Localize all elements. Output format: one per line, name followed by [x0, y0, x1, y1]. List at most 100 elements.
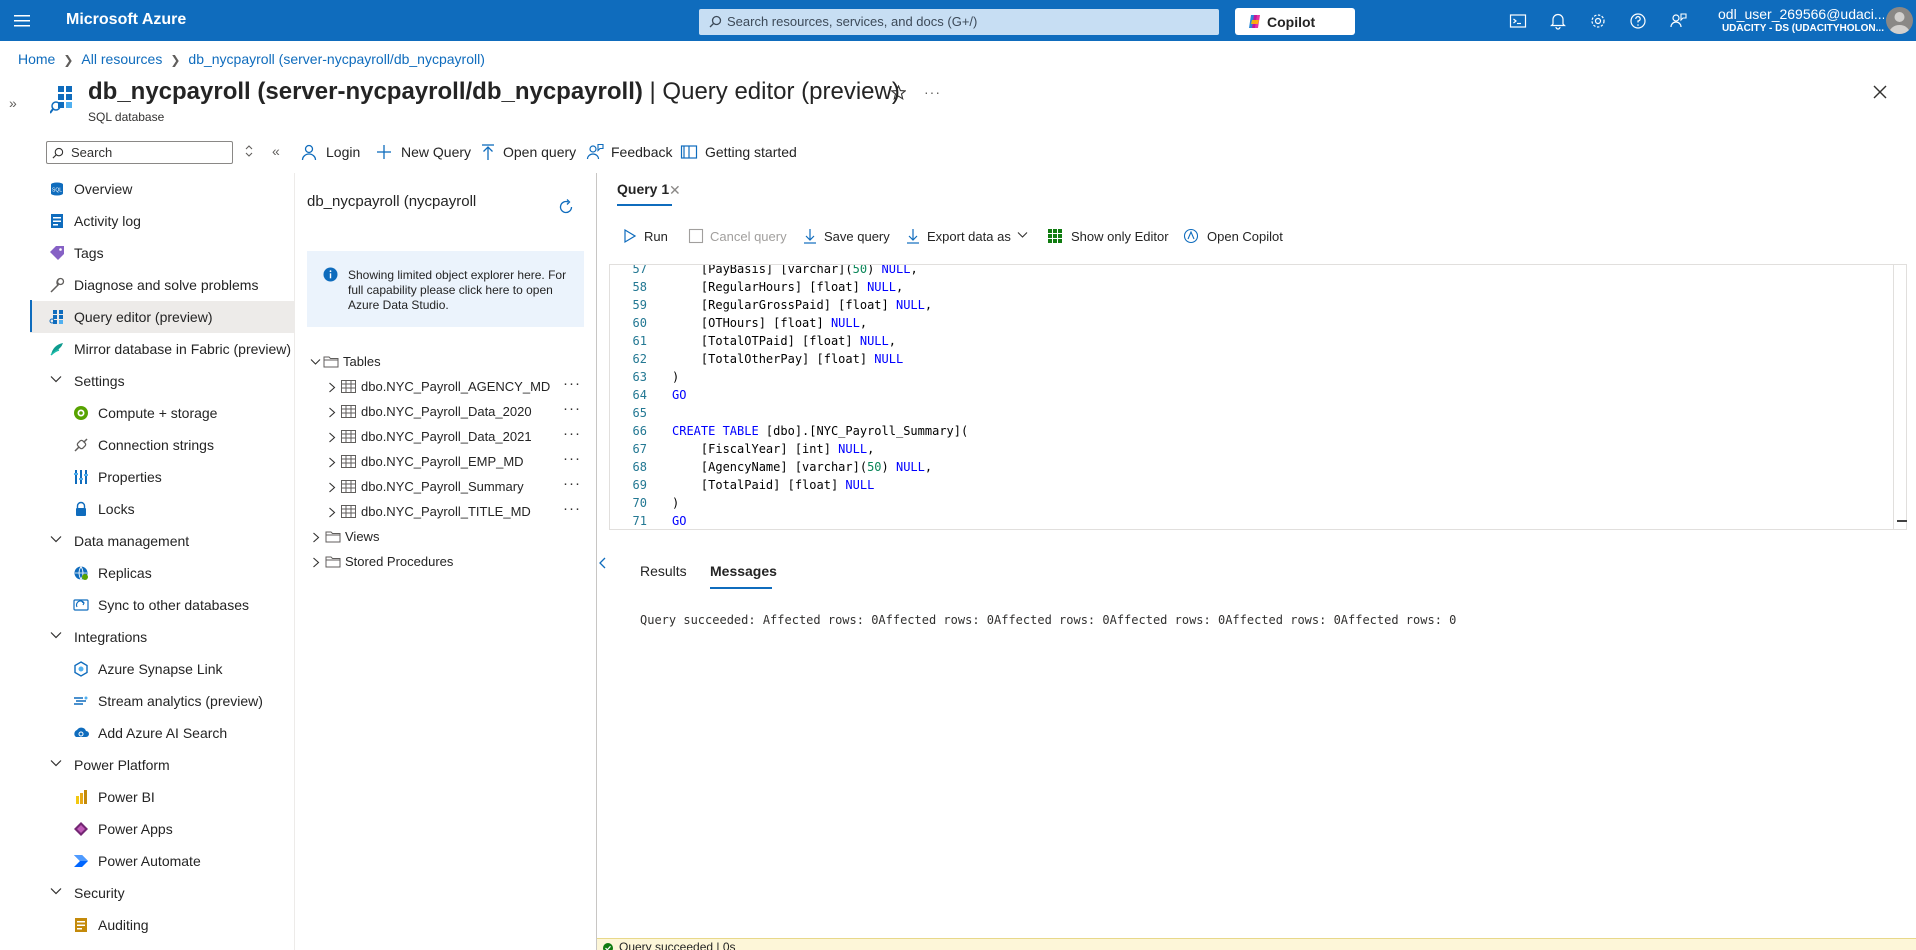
chevron-right-icon[interactable]	[328, 432, 336, 443]
more-options-icon[interactable]: ···	[563, 425, 581, 442]
sidebar-group-settings[interactable]: Settings	[30, 365, 294, 397]
code-line[interactable]: 71 GO	[610, 512, 1906, 529]
collapse-sidebar-icon[interactable]: «	[272, 143, 280, 159]
close-icon[interactable]	[1872, 84, 1888, 100]
code-line[interactable]: 69 [TotalPaid] [float] NULL	[610, 476, 1906, 494]
settings-icon[interactable]	[1588, 11, 1608, 31]
cancel-query-button[interactable]: Cancel query	[688, 225, 788, 249]
collapse-results-icon[interactable]	[598, 555, 608, 571]
sidebar-item-properties[interactable]: Properties	[30, 461, 294, 493]
sidebar-item-query-editor-preview[interactable]: Query editor (preview)	[30, 301, 294, 333]
code-line[interactable]: 64 GO	[610, 386, 1906, 404]
open-copilot-button[interactable]: Open Copilot	[1183, 225, 1288, 249]
code-line[interactable]: 65	[610, 404, 1906, 422]
cloud-shell-icon[interactable]	[1508, 11, 1528, 31]
sidebar-group-security[interactable]: Security	[30, 877, 294, 909]
breadcrumb-all-resources[interactable]: All resources	[81, 51, 162, 67]
sidebar-group-data-management[interactable]: Data management	[30, 525, 294, 557]
tree-table-item[interactable]: dbo.NYC_Payroll_Data_2021 ···	[310, 425, 585, 449]
chevron-down-icon[interactable]	[310, 358, 321, 366]
global-search-input[interactable]: Search resources, services, and docs (G+…	[699, 9, 1219, 35]
run-button[interactable]: Run	[622, 225, 672, 249]
new-query-button[interactable]: New Query	[375, 139, 475, 165]
chevron-right-icon[interactable]	[328, 382, 336, 393]
getting-started-button[interactable]: Getting started	[680, 139, 797, 165]
tab-messages[interactable]: Messages	[710, 563, 777, 579]
favorite-star-icon[interactable]	[891, 85, 906, 100]
help-icon[interactable]	[1628, 11, 1648, 31]
code-line[interactable]: 66 CREATE TABLE [dbo].[NYC_Payroll_Summar…	[610, 422, 1906, 440]
tree-views-folder[interactable]: Views	[310, 525, 585, 549]
sidebar-item-power-bi[interactable]: Power BI	[30, 781, 294, 813]
code-line[interactable]: 61 [TotalOTPaid] [float] NULL,	[610, 332, 1906, 350]
account-info[interactable]: odl_user_269566@udaci... UDACITY - DS (U…	[1718, 6, 1884, 34]
sidebar-item-connection-strings[interactable]: Connection strings	[30, 429, 294, 461]
sort-icon[interactable]	[243, 144, 255, 158]
tree-table-item[interactable]: dbo.NYC_Payroll_EMP_MD ···	[310, 450, 585, 474]
code-line[interactable]: 70)	[610, 494, 1906, 512]
more-options-icon[interactable]: ···	[563, 400, 581, 417]
tree-table-item[interactable]: dbo.NYC_Payroll_TITLE_MD ···	[310, 500, 585, 524]
chevron-right-icon[interactable]	[328, 482, 336, 493]
open-query-button[interactable]: Open query	[479, 139, 576, 165]
save-query-button[interactable]: Save query	[802, 225, 892, 249]
tree-table-item[interactable]: dbo.NYC_Payroll_Data_2020 ···	[310, 400, 585, 424]
scrollbar-thumb[interactable]	[1897, 520, 1907, 522]
code-line[interactable]: 59 [RegularGrossPaid] [float] NULL,	[610, 296, 1906, 314]
code-line[interactable]: 58 [RegularHours] [float] NULL,	[610, 278, 1906, 296]
more-options-icon[interactable]: ···	[563, 475, 581, 492]
more-options-icon[interactable]: ···	[924, 84, 941, 100]
sidebar-item-stream-analytics-preview[interactable]: Stream analytics (preview)	[30, 685, 294, 717]
sidebar-item-diagnose-and-solve-problems[interactable]: Diagnose and solve problems	[30, 269, 294, 301]
expand-menu-icon[interactable]: »	[9, 95, 17, 111]
more-options-icon[interactable]: ···	[563, 375, 581, 392]
sidebar-item-locks[interactable]: Locks	[30, 493, 294, 525]
sidebar-item-replicas[interactable]: Replicas	[30, 557, 294, 589]
sidebar-item-overview[interactable]: SQL Overview	[30, 173, 294, 205]
chevron-right-icon[interactable]	[328, 507, 336, 518]
copilot-button[interactable]: Copilot	[1235, 8, 1355, 35]
sidebar-item-power-automate[interactable]: Power Automate	[30, 845, 294, 877]
sidebar-item-power-apps[interactable]: Power Apps	[30, 813, 294, 845]
chevron-right-icon[interactable]	[312, 557, 320, 568]
chevron-right-icon[interactable]	[328, 407, 336, 418]
refresh-icon[interactable]	[557, 198, 575, 216]
sidebar-search-input[interactable]: Search	[46, 141, 233, 164]
tab-results[interactable]: Results	[640, 563, 687, 579]
code-line[interactable]: 60 [OTHours] [float] NULL,	[610, 314, 1906, 332]
sidebar-item-sync-to-other-databases[interactable]: Sync to other databases	[30, 589, 294, 621]
code-line[interactable]: 57 [PayBasis] [varchar](50) NULL,	[610, 265, 1906, 278]
export-data-button[interactable]: Export data as	[905, 225, 1028, 249]
code-line[interactable]: 67 [FiscalYear] [int] NULL,	[610, 440, 1906, 458]
tree-table-item[interactable]: dbo.NYC_Payroll_Summary ···	[310, 475, 585, 499]
info-banner[interactable]: Showing limited object explorer here. Fo…	[307, 251, 584, 327]
azure-brand[interactable]: Microsoft Azure	[66, 11, 186, 29]
breadcrumb-home[interactable]: Home	[18, 51, 55, 67]
close-tab-icon[interactable]: ✕	[669, 182, 681, 199]
sidebar-item-add-azure-ai-search[interactable]: Add Azure AI Search	[30, 717, 294, 749]
chevron-right-icon[interactable]	[328, 457, 336, 468]
code-line[interactable]: 63)	[610, 368, 1906, 386]
show-only-editor-button[interactable]: Show only Editor	[1047, 225, 1172, 249]
chevron-right-icon[interactable]	[312, 532, 320, 543]
tree-procs-folder[interactable]: Stored Procedures	[310, 550, 585, 574]
feedback-button[interactable]: Feedback	[586, 139, 672, 165]
more-options-icon[interactable]: ···	[563, 500, 581, 517]
sidebar-item-tags[interactable]: Tags	[30, 237, 294, 269]
sidebar-item-mirror-database-in-fabric-preview[interactable]: Mirror database in Fabric (preview)	[30, 333, 294, 365]
sidebar-item-activity-log[interactable]: Activity log	[30, 205, 294, 237]
editor-scrollbar[interactable]	[1893, 264, 1907, 530]
feedback-icon[interactable]	[1668, 11, 1688, 31]
breadcrumb-resource[interactable]: db_nycpayroll (server-nycpayroll/db_nycp…	[188, 51, 484, 67]
sidebar-group-integrations[interactable]: Integrations	[30, 621, 294, 653]
tree-table-item[interactable]: dbo.NYC_Payroll_AGENCY_MD ···	[310, 375, 585, 399]
login-button[interactable]: Login	[300, 139, 362, 165]
notifications-icon[interactable]	[1548, 11, 1568, 31]
tree-tables-folder[interactable]: Tables	[310, 350, 585, 374]
tab-query-1[interactable]: Query 1	[617, 181, 669, 197]
sidebar-item-azure-synapse-link[interactable]: Azure Synapse Link	[30, 653, 294, 685]
avatar[interactable]	[1886, 7, 1913, 34]
code-line[interactable]: 68 [AgencyName] [varchar](50) NULL,	[610, 458, 1906, 476]
sidebar-group-power-platform[interactable]: Power Platform	[30, 749, 294, 781]
hamburger-menu-icon[interactable]	[12, 11, 32, 31]
